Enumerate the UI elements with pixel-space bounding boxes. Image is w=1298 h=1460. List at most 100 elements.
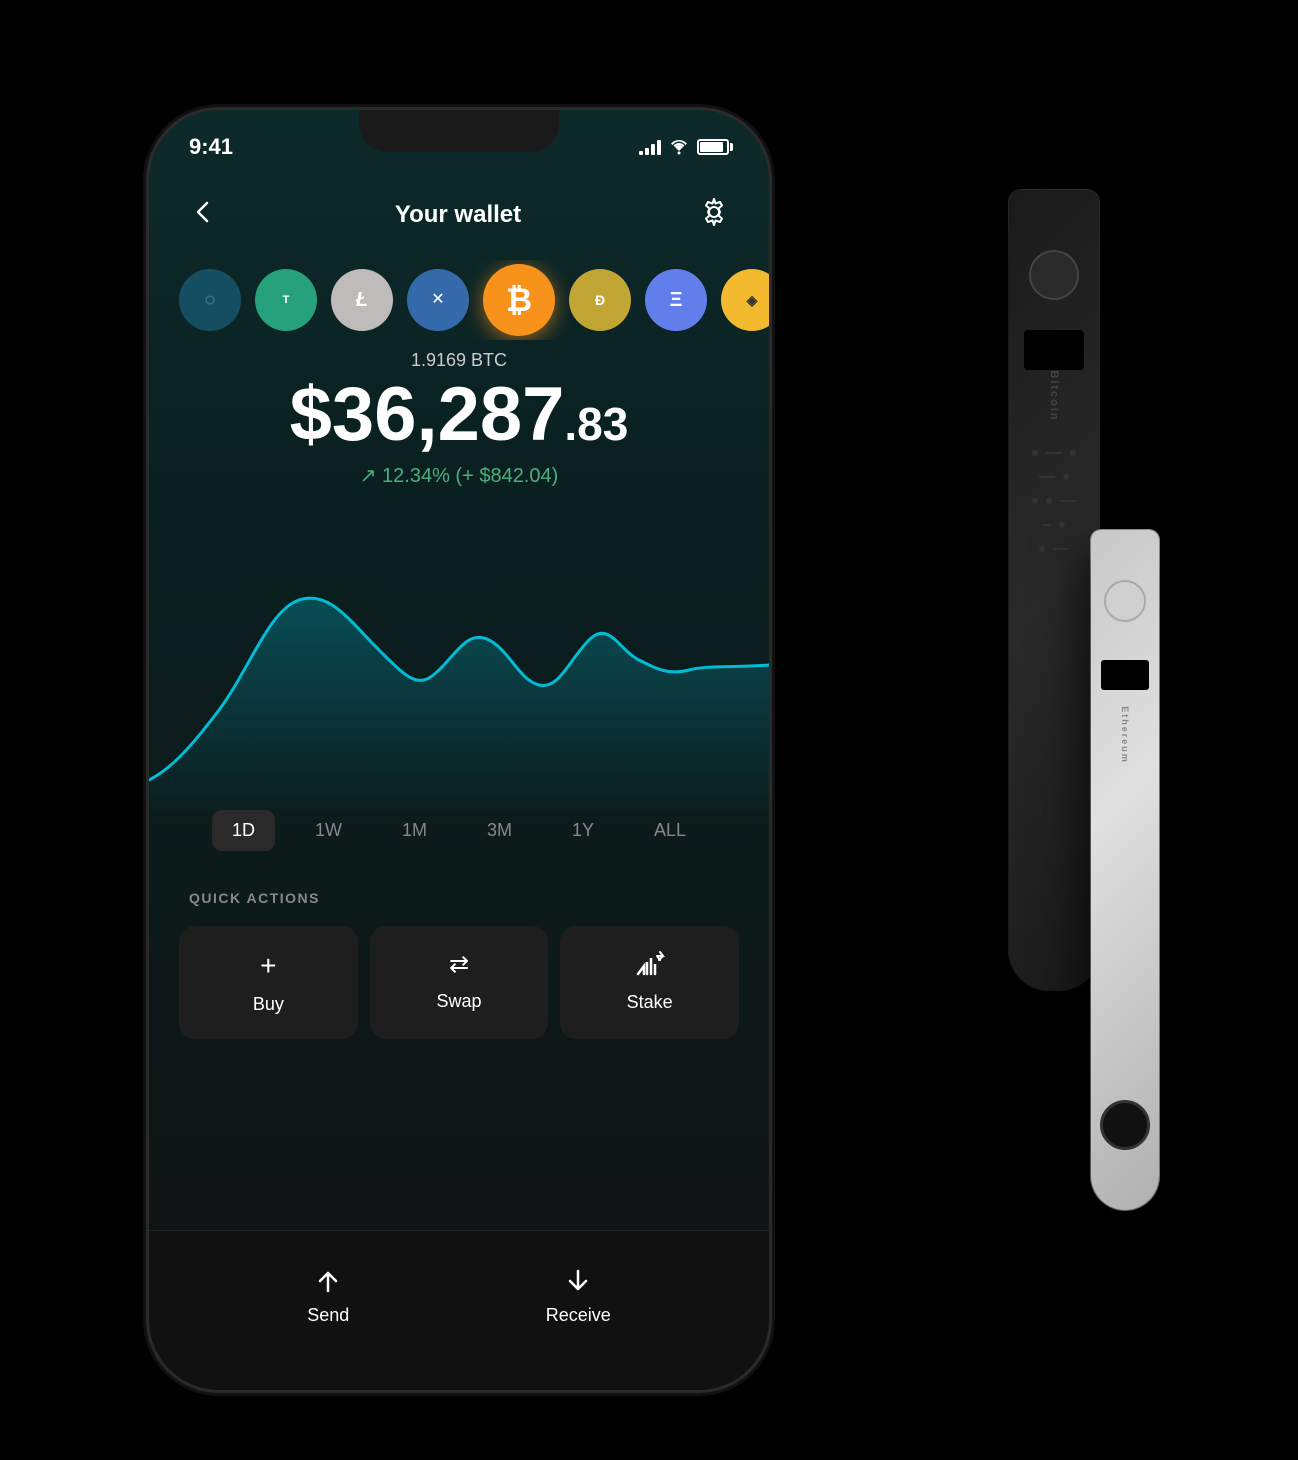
coin-ltc-symbol: Ł <box>356 290 368 310</box>
phone-screen: 9:41 <box>149 110 769 1390</box>
wifi-icon <box>669 139 689 155</box>
signal-bar-1 <box>639 151 643 155</box>
time-filter-1d[interactable]: 1D <box>212 810 275 851</box>
nano-line <box>1043 524 1051 526</box>
signal-bar-3 <box>651 144 655 155</box>
battery-fill <box>700 142 723 152</box>
back-arrow-icon <box>189 198 217 226</box>
bottom-bar: Send Receive <box>149 1230 769 1390</box>
nano-icon-row-4 <box>1043 522 1065 528</box>
scene: 9:41 <box>99 30 1199 1430</box>
time-filter-all[interactable]: ALL <box>634 810 706 851</box>
coin-eth[interactable]: Ξ <box>645 269 707 331</box>
coin-btc-symbol: ₿ <box>506 284 532 316</box>
ledger-nano-x: Bitcoin <box>1009 190 1099 990</box>
status-icons <box>639 139 729 155</box>
coin-row: ○ T Ł ✕ ₿ Ɖ Ξ <box>149 260 769 340</box>
coin-ltc[interactable]: Ł <box>331 269 393 331</box>
status-bar: 9:41 <box>149 122 769 172</box>
send-button[interactable]: Send <box>307 1265 349 1326</box>
nano-line <box>1046 452 1062 454</box>
time-filter-3m[interactable]: 3M <box>467 810 532 851</box>
time-filter-1y[interactable]: 1Y <box>552 810 614 851</box>
app-header: Your wallet <box>149 180 769 250</box>
swap-button[interactable]: ⇄ Swap <box>370 926 549 1039</box>
nano-dot <box>1046 498 1052 504</box>
nano-line <box>1060 500 1076 502</box>
nano-dot <box>1032 498 1038 504</box>
battery-icon <box>697 139 729 155</box>
change-percent: ↗ 12.34% <box>360 465 450 487</box>
nano-dot <box>1059 522 1065 528</box>
coin-bnb-symbol: ◈ <box>747 293 758 307</box>
stake-button[interactable]: Stake <box>560 926 739 1039</box>
signal-bar-4 <box>657 140 661 155</box>
dollar-cents: .83 <box>564 398 628 450</box>
coin-xrp-symbol: ✕ <box>431 292 444 308</box>
coin-eth-symbol: Ξ <box>670 290 683 310</box>
quick-actions-label: QUICK ACTIONS <box>179 890 739 906</box>
signal-icon <box>639 140 661 155</box>
send-label: Send <box>307 1305 349 1326</box>
send-icon <box>312 1265 344 1297</box>
time-filter-1m[interactable]: 1M <box>382 810 447 851</box>
nano-dot <box>1032 450 1038 456</box>
coin-bnb[interactable]: ◈ <box>721 269 769 331</box>
nano-icon-row-3 <box>1032 498 1076 504</box>
nano-s-button-bottom[interactable] <box>1100 1100 1150 1150</box>
stake-label: Stake <box>627 992 673 1013</box>
nano-dot <box>1063 474 1069 480</box>
buy-button[interactable]: + Buy <box>179 926 358 1039</box>
balance-section: 1.9169 BTC $36,287.83 ↗ 12.34% (+ $842.0… <box>149 350 769 488</box>
coin-xrp[interactable]: ✕ <box>407 269 469 331</box>
coin-doge[interactable]: Ɖ <box>569 269 631 331</box>
nano-line <box>1039 476 1055 478</box>
nano-s-label: Ethereum <box>1120 706 1130 764</box>
dollar-amount: $36,287.83 <box>149 377 769 453</box>
coin-usdt[interactable]: T <box>255 269 317 331</box>
crypto-amount: 1.9169 BTC <box>149 350 769 371</box>
nano-line <box>1053 548 1069 550</box>
header-title: Your wallet <box>395 201 521 229</box>
signal-bar-2 <box>645 148 649 155</box>
back-button[interactable] <box>189 198 217 233</box>
dollar-main: $36,287 <box>290 372 565 457</box>
balance-change: ↗ 12.34% (+ $842.04) <box>149 463 769 488</box>
swap-label: Swap <box>436 991 481 1012</box>
coin-btc[interactable]: ₿ <box>483 264 555 336</box>
nano-dot <box>1070 450 1076 456</box>
time-filter-1w[interactable]: 1W <box>295 810 362 851</box>
price-chart <box>149 530 769 810</box>
change-dollar: (+ $842.04) <box>455 465 558 487</box>
nano-x-icons <box>1032 450 1076 552</box>
coin-partial-symbol: ○ <box>204 290 216 310</box>
chart-svg <box>149 530 769 810</box>
nano-icon-row-1 <box>1032 450 1076 456</box>
nano-s-button-top[interactable] <box>1104 580 1146 622</box>
nano-x-screen <box>1024 330 1084 370</box>
nano-x-button[interactable] <box>1029 250 1079 300</box>
nano-dot <box>1039 546 1045 552</box>
status-time: 9:41 <box>189 134 233 160</box>
time-filters: 1D 1W 1M 3M 1Y ALL <box>149 810 769 851</box>
coin-doge-symbol: Ɖ <box>595 293 605 307</box>
nano-x-label: Bitcoin <box>1048 370 1060 421</box>
buy-label: Buy <box>253 994 284 1015</box>
settings-button[interactable] <box>699 197 729 234</box>
receive-label: Receive <box>546 1305 611 1326</box>
coin-partial[interactable]: ○ <box>179 269 241 331</box>
nano-icon-row-5 <box>1039 546 1069 552</box>
swap-icon: ⇄ <box>449 950 469 979</box>
stake-icon <box>635 950 665 980</box>
buy-icon: + <box>260 950 276 982</box>
nano-icon-row-2 <box>1039 474 1069 480</box>
receive-icon <box>562 1265 594 1297</box>
receive-button[interactable]: Receive <box>546 1265 611 1326</box>
gear-icon <box>699 197 729 227</box>
action-buttons: + Buy ⇄ Swap Stake <box>179 926 739 1039</box>
coin-usdt-symbol: T <box>283 295 290 306</box>
ledger-nano-s: Ethereum <box>1091 530 1159 1210</box>
quick-actions-section: QUICK ACTIONS + Buy ⇄ Swap <box>149 890 769 1039</box>
phone: 9:41 <box>149 110 769 1390</box>
nano-s-screen <box>1101 660 1149 690</box>
